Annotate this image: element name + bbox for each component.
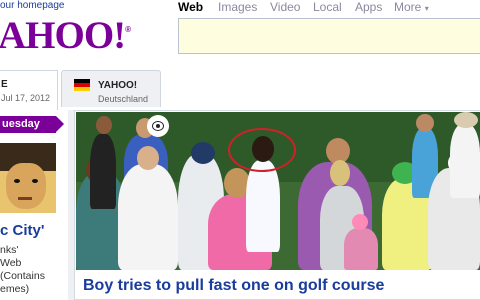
sidebar-story-title[interactable]: c City' [0, 222, 44, 239]
top-bar: our homepage AHOO!® Web Images Video Loc… [0, 0, 480, 70]
logo-text: AHOO! [0, 14, 126, 57]
day-banner: uesday [0, 116, 64, 133]
description-line: nks' [0, 244, 19, 256]
search-input[interactable] [178, 18, 480, 54]
sidebar-story-description: nks' Web (Contains emes) [0, 244, 60, 296]
nav-apps[interactable]: Apps [355, 0, 382, 14]
description-line: Web [0, 257, 22, 269]
yahoo-logo[interactable]: AHOO!® [0, 14, 131, 58]
nav-more-label: More [394, 0, 422, 14]
germany-flag-icon [74, 79, 90, 91]
tab-date: Jul 17, 2012 [1, 93, 51, 103]
description-line: (Contains [0, 270, 45, 282]
tab-yahoo-deutschland[interactable]: YAHOO! Deutschland [61, 70, 161, 107]
story-thumbnail[interactable] [0, 143, 56, 213]
nav-web[interactable]: Web [178, 0, 203, 14]
highlight-circle [228, 128, 296, 172]
edition-tabs: E Jul 17, 2012 YAHOO! Deutschland [0, 68, 480, 111]
tab-title: YAHOO! [98, 80, 138, 91]
nav-images[interactable]: Images [218, 0, 257, 14]
nav-more[interactable]: More ▾ [394, 0, 429, 14]
nav-video[interactable]: Video [270, 0, 300, 14]
nav-local[interactable]: Local [313, 0, 342, 14]
tab-subtitle: Deutschland [98, 94, 149, 104]
chevron-down-icon: ▾ [424, 4, 429, 13]
homepage-link[interactable]: our homepage [0, 0, 65, 11]
cbs-eye-icon [147, 115, 169, 137]
tab-current-edition[interactable]: E Jul 17, 2012 [0, 70, 58, 111]
tab-title: E [1, 79, 8, 90]
featured-photo[interactable] [76, 112, 480, 270]
logo-mark: ® [125, 25, 131, 34]
featured-headline[interactable]: Boy tries to pull fast one on golf cours… [83, 277, 384, 295]
description-line: emes) [0, 283, 30, 295]
